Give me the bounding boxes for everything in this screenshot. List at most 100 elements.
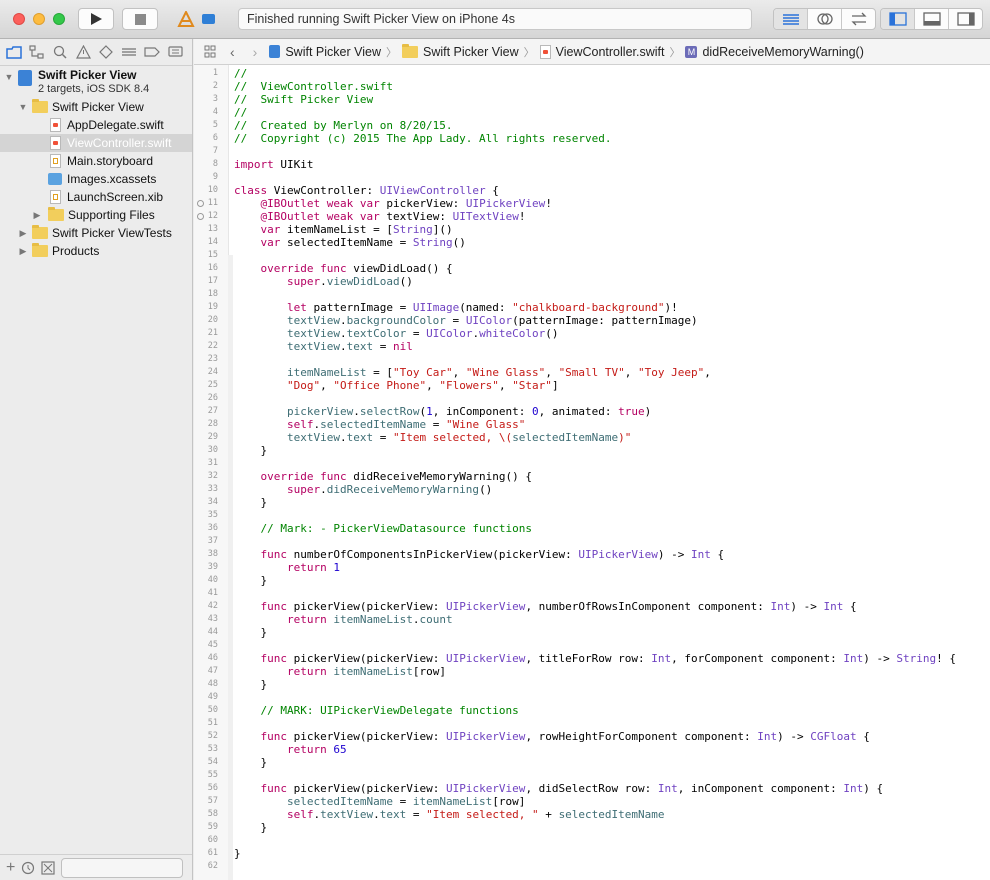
standard-editor-button[interactable]	[774, 9, 808, 29]
version-editor-button[interactable]	[842, 9, 875, 29]
test-navigator-tab[interactable]	[96, 42, 116, 62]
file-launchscreen-xib[interactable]: LaunchScreen.xib	[0, 188, 192, 206]
back-arrow-icon[interactable]: ‹	[230, 44, 235, 60]
jumpbar-group[interactable]: Swift Picker View	[401, 43, 519, 59]
code-token: "chalkboard-background"	[512, 301, 665, 314]
xib-file-icon	[50, 190, 61, 204]
run-button[interactable]	[78, 8, 114, 30]
add-icon[interactable]: +	[6, 859, 15, 877]
group-supporting-files[interactable]: ▶ Supporting Files	[0, 206, 192, 224]
group-swift-picker-view[interactable]: ▼ Swift Picker View	[0, 98, 192, 116]
symbol-navigator-tab[interactable]	[27, 42, 47, 62]
code-token: ]	[551, 379, 559, 392]
forward-arrow-icon[interactable]: ›	[253, 44, 258, 60]
assistant-editor-button[interactable]	[808, 9, 842, 29]
debug-navigator-tab[interactable]	[119, 42, 139, 62]
related-items-icon[interactable]	[204, 45, 216, 59]
line-number: 13	[207, 224, 218, 234]
line-number: 55	[207, 770, 218, 780]
source-control-filter-icon[interactable]	[41, 860, 55, 875]
code-token: .	[320, 483, 327, 496]
tree-item-label: Images.xcassets	[67, 172, 157, 186]
find-navigator-tab[interactable]	[50, 42, 70, 62]
report-navigator-tab[interactable]	[165, 42, 185, 62]
jumpbar-symbol[interactable]: M didReceiveMemoryWarning()	[685, 44, 864, 59]
code-token: ()	[399, 275, 413, 288]
code-token: UITextView	[452, 210, 519, 223]
code-token: var	[359, 197, 380, 210]
code-token: 0	[532, 405, 539, 418]
line-number: 46	[207, 653, 218, 663]
code-token: =	[373, 431, 393, 444]
scheme-selector[interactable]	[166, 8, 228, 30]
code-fold-ribbon	[228, 255, 233, 880]
file-images-xcassets[interactable]: Images.xcassets	[0, 170, 192, 188]
minimize-window-button[interactable]	[33, 13, 45, 25]
code-line: // Mark: - PickerViewDatasource function…	[234, 522, 532, 535]
issue-navigator-tab[interactable]	[73, 42, 93, 62]
close-window-button[interactable]	[13, 13, 25, 25]
line-number: 5	[212, 120, 218, 130]
toggle-utilities-button[interactable]	[949, 9, 982, 29]
navigator-filter-field[interactable]	[61, 857, 184, 878]
tree-item-label: LaunchScreen.xib	[67, 190, 164, 204]
toggle-debug-area-button[interactable]	[915, 9, 949, 29]
stop-button[interactable]	[122, 8, 158, 30]
code-token: self	[286, 418, 314, 431]
line-number: 34	[207, 497, 218, 507]
code-token: var	[359, 210, 380, 223]
file-main-storyboard[interactable]: Main.storyboard	[0, 152, 192, 170]
outlet-connection-icon[interactable]	[197, 200, 204, 207]
code-token: UIPickerView	[465, 197, 546, 210]
code-token: // Mark: - PickerViewDatasource function…	[234, 522, 533, 535]
group-tests[interactable]: ▶ Swift Picker ViewTests	[0, 224, 192, 242]
line-number: 51	[207, 718, 218, 728]
code-token: }	[234, 756, 268, 769]
project-navigator-tab[interactable]	[4, 42, 24, 62]
source-editor[interactable]: //// ViewController.swift// Swift Picker…	[194, 65, 990, 880]
code-token: .	[339, 431, 347, 444]
code-token: // ViewController.swift	[234, 80, 393, 93]
jumpbar-file[interactable]: ViewController.swift	[539, 44, 664, 59]
code-token: didReceiveMemoryWarning	[326, 483, 480, 496]
code-token: {	[710, 548, 725, 561]
group-products[interactable]: ▶ Products	[0, 242, 192, 260]
code-line: }	[234, 444, 267, 457]
jumpbar-project[interactable]: Swift Picker View	[269, 45, 381, 59]
line-number: 16	[207, 263, 218, 273]
line-number: 15	[207, 250, 218, 260]
jumpbar-symbol-label: didReceiveMemoryWarning()	[702, 44, 864, 59]
code-token: }	[234, 626, 268, 639]
code-token: textView	[286, 431, 340, 444]
code-token: "Flowers"	[439, 379, 499, 392]
line-number: 8	[212, 159, 218, 169]
code-token: super	[286, 483, 321, 496]
editor-mode-control[interactable]	[773, 8, 876, 30]
toggle-navigator-button[interactable]	[881, 9, 915, 29]
project-root-item[interactable]: ▼ Swift Picker View 2 targets, iOS SDK 8…	[0, 68, 192, 98]
file-viewcontroller[interactable]: ViewController.swift	[0, 134, 192, 152]
view-toggle-control[interactable]	[880, 8, 983, 30]
recent-files-icon[interactable]	[21, 861, 35, 875]
project-subtitle: 2 targets, iOS SDK 8.4	[38, 83, 150, 95]
report-bubble-icon	[167, 45, 183, 57]
tree-item-label: Supporting Files	[68, 208, 155, 222]
code-token: nil	[392, 340, 413, 353]
zoom-window-button[interactable]	[53, 13, 65, 25]
line-number: 33	[207, 484, 218, 494]
code-token: .	[320, 275, 327, 288]
code-token: weak	[326, 210, 354, 223]
line-number: 32	[207, 471, 218, 481]
code-token: ,	[320, 379, 334, 392]
file-appdelegate[interactable]: AppDelegate.swift	[0, 116, 192, 134]
breakpoint-navigator-tab[interactable]	[142, 42, 162, 62]
code-token: UIImage	[412, 301, 460, 314]
outlet-connection-icon[interactable]	[197, 213, 204, 220]
line-number: 10	[207, 185, 218, 195]
tree-item-label: Swift Picker ViewTests	[52, 226, 172, 240]
code-token: //	[234, 106, 248, 119]
